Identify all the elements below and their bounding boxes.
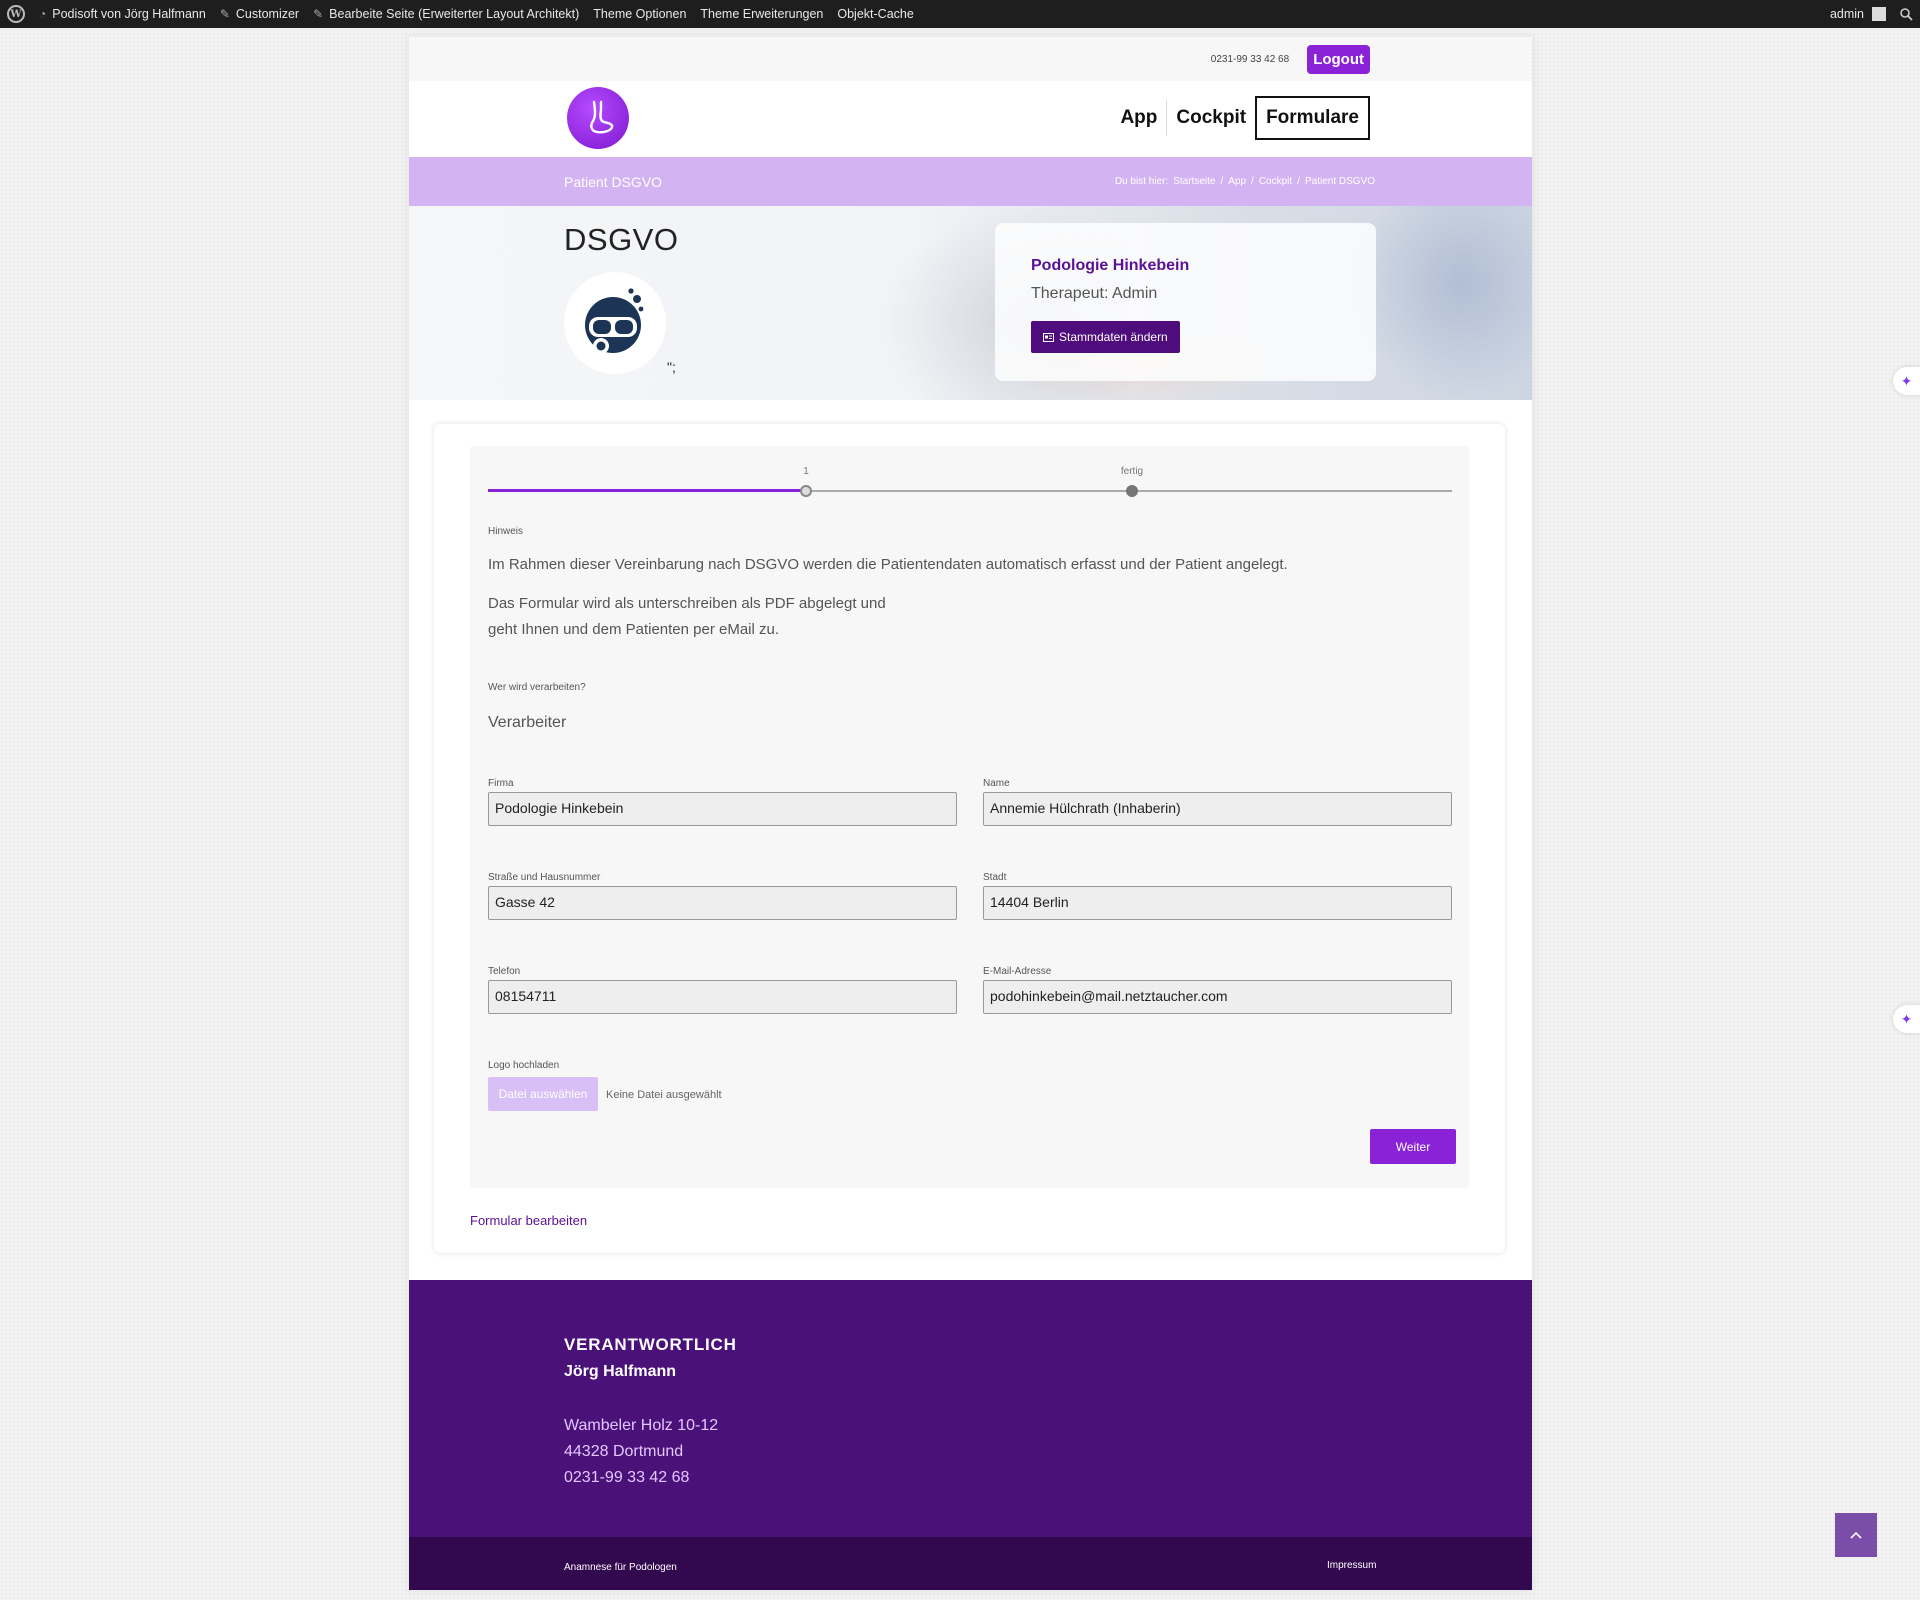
edit-form-link[interactable]: Formular bearbeiten	[470, 1213, 587, 1228]
name-input[interactable]: Annemie Hülchrath (Inhaberin)	[983, 792, 1452, 826]
page-title: Patient DSGVO	[564, 173, 663, 190]
email-input[interactable]: podohinkebein@mail.netztaucher.com	[983, 980, 1452, 1014]
id-card-icon	[1043, 332, 1054, 342]
hero-section: DSGVO "; Podologie Hinkebein Therapeut: …	[409, 206, 1532, 400]
therapist-name: Therapeut: Admin	[1031, 285, 1158, 302]
processor-question: Wer wird verarbeiten?	[488, 682, 586, 693]
admin-bar-edit-page[interactable]: ✎ Bearbeite Seite (Erweiterter Layout Arc…	[306, 0, 586, 28]
breadcrumb: Du bist hier: Startseite / App / Cockpit…	[1115, 176, 1375, 187]
stray-text: ";	[667, 359, 676, 375]
practice-name: Podologie Hinkebein	[1031, 257, 1190, 274]
main-nav: App Cockpit Formulare	[1111, 96, 1370, 140]
footer-heading: VERANTWORTLICH	[564, 1335, 737, 1354]
nav-item-app[interactable]: App	[1111, 96, 1166, 140]
phone-label: Telefon	[488, 966, 521, 977]
hint-text: Das Formular wird als unterschreiben als…	[488, 595, 886, 612]
breadcrumb-app[interactable]: App	[1228, 176, 1246, 187]
wordpress-logo-icon[interactable]: W	[0, 0, 32, 28]
city-input[interactable]: 14404 Berlin	[983, 886, 1452, 920]
phone-input[interactable]: 08154711	[488, 980, 957, 1014]
step-label-1: 1	[803, 466, 809, 477]
no-file-text: Keine Datei ausgewählt	[606, 1089, 722, 1101]
logo-upload-label: Logo hochladen	[488, 1060, 560, 1071]
breadcrumb-prefix: Du bist hier:	[1114, 176, 1169, 187]
site-footer: VERANTWORTLICH Jörg Halfmann Wambeler Ho…	[409, 1280, 1532, 1537]
form-card: 1 fertig Hinweis Im Rahmen dieser Verein…	[434, 424, 1505, 1253]
header-phone: 0231-99 33 42 68	[1210, 53, 1290, 65]
admin-bar-site[interactable]: ◔ Podisoft von Jörg Halfmann	[32, 0, 213, 28]
impressum-link[interactable]: Impressum	[1327, 1560, 1376, 1571]
footer-city: 44328 Dortmund	[564, 1443, 684, 1460]
nav-item-cockpit[interactable]: Cockpit	[1167, 96, 1255, 140]
breadcrumb-current: Patient DSGVO	[1304, 176, 1375, 187]
edit-master-data-button[interactable]: Stammdaten ändern	[1031, 321, 1180, 353]
form-panel: 1 fertig Hinweis Im Rahmen dieser Verein…	[470, 446, 1469, 1188]
dashboard-icon: ◔	[39, 7, 47, 21]
sparkle-icon[interactable]: ✦	[1893, 1005, 1920, 1033]
scroll-to-top-button[interactable]	[1835, 1513, 1877, 1557]
breadcrumb-separator: /	[1251, 176, 1254, 187]
firma-label: Firma	[488, 778, 514, 789]
hint-label: Hinweis	[488, 526, 524, 537]
breadcrumb-separator: /	[1297, 176, 1300, 187]
footer-street: Wambeler Holz 10-12	[564, 1417, 719, 1434]
search-icon[interactable]	[1893, 0, 1920, 28]
admin-bar-customizer[interactable]: ✎ Customizer	[213, 0, 306, 28]
admin-bar-theme-options[interactable]: Theme Optionen	[586, 0, 693, 28]
footer-name: Jörg Halfmann	[564, 1363, 677, 1380]
site-header: App Cockpit Formulare	[409, 81, 1532, 157]
chevron-up-icon	[1850, 1531, 1862, 1539]
footer-tagline: Anamnese für Podologen	[564, 1562, 677, 1573]
pencil-icon: ✎	[313, 7, 324, 21]
top-contact-bar: 0231-99 33 42 68 Logout	[409, 37, 1532, 81]
admin-bar-user[interactable]: admin	[1823, 0, 1893, 28]
city-label: Stadt	[983, 872, 1007, 883]
hero-heading: DSGVO	[564, 222, 679, 257]
breadcrumb-cockpit[interactable]: Cockpit	[1259, 176, 1292, 187]
footer-address: Wambeler Holz 10-12 44328 Dortmund 0231-…	[564, 1413, 718, 1491]
admin-bar-object-cache[interactable]: Objekt-Cache	[830, 0, 920, 28]
street-input[interactable]: Gasse 42	[488, 886, 957, 920]
brush-icon: ✎	[219, 7, 230, 21]
edit-master-data-label: Stammdaten ändern	[1059, 330, 1168, 344]
page-container: 0231-99 33 42 68 Logout App Cockpit Form…	[409, 37, 1532, 1590]
step-marker-fertig[interactable]	[1126, 485, 1138, 497]
email-label: E-Mail-Adresse	[983, 966, 1052, 977]
breadcrumb-separator: /	[1220, 176, 1224, 187]
admin-bar-theme-extensions[interactable]: Theme Erweiterungen	[693, 0, 830, 28]
page-title-bar: Patient DSGVO Du bist hier: Startseite /…	[409, 157, 1532, 206]
hint-text: Im Rahmen dieser Vereinbarung nach DSGVO…	[488, 556, 1288, 573]
nav-item-formulare[interactable]: Formulare	[1255, 96, 1370, 140]
practice-info-card: Podologie Hinkebein Therapeut: Admin Sta…	[995, 223, 1376, 381]
firma-input[interactable]: Podologie Hinkebein	[488, 792, 957, 826]
foot-icon	[590, 100, 614, 134]
sparkle-icon[interactable]: ✦	[1893, 367, 1920, 395]
diver-mask-icon	[564, 272, 666, 374]
street-label: Straße und Hausnummer	[488, 872, 601, 883]
logout-button[interactable]: Logout	[1307, 44, 1370, 74]
processor-heading: Verarbeiter	[488, 714, 567, 731]
next-button[interactable]: Weiter	[1370, 1129, 1456, 1164]
step-marker-current[interactable]	[800, 485, 812, 497]
hint-text: geht Ihnen und dem Patienten per eMail z…	[488, 621, 780, 638]
choose-file-button[interactable]: Datei auswählen	[488, 1077, 598, 1111]
progress-fill	[488, 489, 806, 492]
step-label-fertig: fertig	[1120, 466, 1144, 477]
admin-bar: W ◔ Podisoft von Jörg Halfmann ✎ Customize…	[0, 0, 1920, 28]
avatar	[1872, 7, 1886, 21]
site-logo[interactable]	[567, 87, 629, 149]
breadcrumb-startseite[interactable]: Startseite	[1173, 176, 1215, 187]
footer-phone: 0231-99 33 42 68	[564, 1469, 690, 1486]
footer-bottom-bar: Anamnese für Podologen Impressum	[409, 1537, 1532, 1590]
name-label: Name	[983, 778, 1010, 789]
